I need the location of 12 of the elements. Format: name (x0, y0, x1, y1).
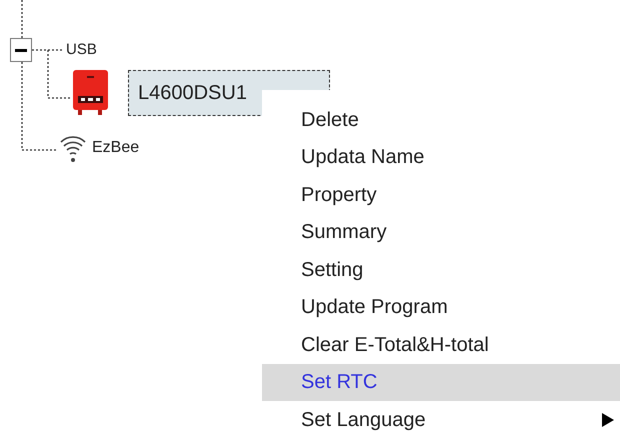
menu-item[interactable]: Set RTC (262, 364, 620, 401)
menu-item[interactable]: Summary (262, 214, 620, 251)
inverter-icon (73, 70, 108, 116)
menu-item[interactable]: Update Program (262, 288, 620, 326)
menu-item[interactable]: Set Language (262, 401, 620, 434)
tree-node-label[interactable]: EzBee (92, 136, 140, 160)
collapse-toggle[interactable] (10, 38, 32, 62)
menu-item[interactable]: Setting (262, 251, 620, 288)
menu-item[interactable]: Property (262, 176, 620, 214)
menu-item[interactable]: Updata Name (262, 138, 620, 176)
menu-item[interactable]: Clear E-Total&H-total (262, 326, 620, 364)
tree-node-label[interactable]: USB (66, 38, 97, 62)
